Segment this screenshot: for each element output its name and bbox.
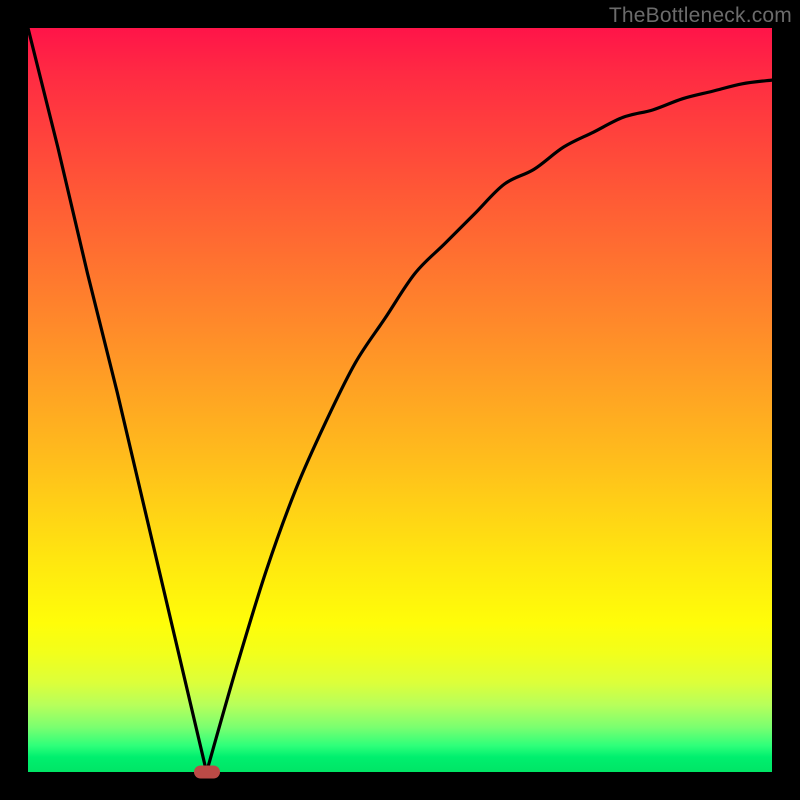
- watermark-label: TheBottleneck.com: [609, 4, 792, 28]
- bottleneck-curve: [28, 28, 772, 772]
- optimum-marker: [194, 766, 220, 779]
- plot-area: [28, 28, 772, 772]
- chart-frame: TheBottleneck.com: [0, 0, 800, 800]
